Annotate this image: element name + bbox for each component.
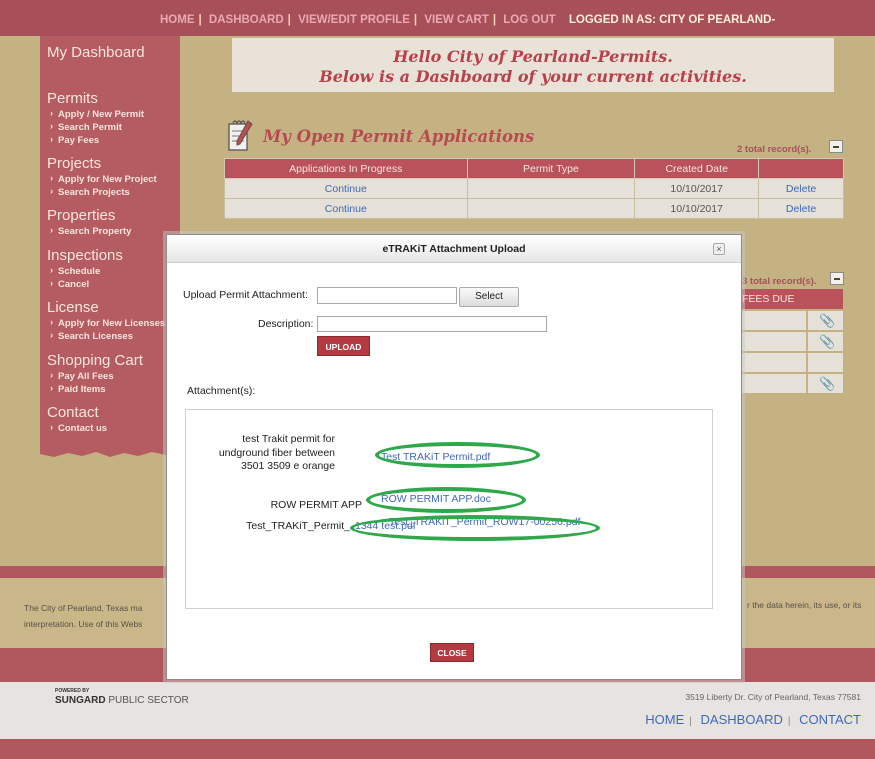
fees-cell — [742, 332, 806, 351]
sidebar-item-apply-new-licenses[interactable]: Apply for New Licenses — [50, 317, 165, 329]
sidebar-section-projects[interactable]: Projects — [47, 155, 101, 172]
file-path-input[interactable] — [317, 287, 457, 304]
collapse-second-section-button[interactable] — [830, 272, 844, 285]
sidebar-section-permits[interactable]: Permits — [47, 90, 98, 107]
column-header-permit-type: Permit Type — [466, 158, 636, 179]
sidebar-item-search-permit[interactable]: Search Permit — [50, 121, 122, 133]
sidebar-item-schedule[interactable]: Schedule — [50, 265, 100, 277]
top-nav: HOME | DASHBOARD | VIEW/EDIT PROFILE | VIEW… — [160, 14, 776, 26]
nav-home-link[interactable]: HOME — [160, 14, 195, 26]
paperclip-icon[interactable]: 📎 — [819, 376, 835, 392]
continue-link[interactable]: Continue — [224, 178, 468, 199]
sidebar-item-apply-new-project[interactable]: Apply for New Project — [50, 173, 157, 185]
attachment-cell: 📎 — [808, 374, 843, 393]
fees-cell — [742, 311, 806, 330]
attachment-cell — [808, 353, 843, 372]
disclaimer-right: r the data herein, its use, or its — [747, 600, 862, 610]
nav-logout-link[interactable]: LOG OUT — [503, 14, 555, 26]
column-header-created-date: Created Date — [634, 158, 760, 179]
greeting-line-2: Below is a Dashboard of your current act… — [319, 67, 747, 86]
greeting-line-1: Hello City of Pearland-Permits. — [393, 47, 673, 66]
column-header-applications: Applications In Progress — [224, 158, 468, 179]
sidebar-item-search-property[interactable]: Search Property — [50, 225, 131, 237]
sidebar-item-cancel[interactable]: Cancel — [50, 278, 89, 290]
sidebar-item-pay-all-fees[interactable]: Pay All Fees — [50, 370, 114, 382]
dialog-title: eTRAKiT Attachment Upload — [382, 243, 526, 255]
sungard-brand: SUNGARD — [55, 695, 106, 706]
upload-button[interactable]: UPLOAD — [317, 336, 370, 356]
fees-cell — [742, 353, 806, 372]
greeting-box: Hello City of Pearland-Permits. Below is… — [232, 38, 834, 92]
delete-link[interactable]: Delete — [758, 198, 844, 219]
sidebar-item-paid-items[interactable]: Paid Items — [50, 383, 105, 395]
sidebar-item-contact-us[interactable]: Contact us — [50, 422, 107, 434]
open-permits-table: Applications In Progress Permit Type Cre… — [224, 158, 844, 219]
created-date-cell: 10/10/2017 — [634, 178, 760, 199]
disclaimer-line-2: interpretation. Use of this Webs — [24, 619, 143, 629]
notepad-pencil-icon — [228, 120, 253, 151]
sidebar-section-shopping-cart[interactable]: Shopping Cart — [47, 352, 143, 369]
page-footer: POWERED BY SUNGARD PUBLIC SECTOR 3519 Li… — [0, 682, 875, 739]
attachments-label: Attachment(s): — [187, 385, 256, 397]
attachment-description: test Trakit permit for undground fiber b… — [218, 433, 335, 472]
footer-contact-link[interactable]: CONTACT — [799, 712, 861, 727]
highlight-ellipse — [366, 487, 526, 513]
attachment-cell: 📎 — [808, 332, 843, 351]
second-section-record-count: 3 total record(s). — [742, 276, 817, 287]
collapse-open-permits-button[interactable] — [829, 140, 843, 153]
sidebar-title[interactable]: My Dashboard — [47, 44, 145, 61]
fees-header-bar: FEES DUE — [742, 289, 843, 309]
nav-view-cart-link[interactable]: VIEW CART — [424, 14, 489, 26]
nav-view-edit-profile-link[interactable]: VIEW/EDIT PROFILE — [298, 14, 410, 26]
top-navigation-bar: HOME | DASHBOARD | VIEW/EDIT PROFILE | VIEW… — [0, 0, 875, 36]
highlight-ellipse — [375, 442, 540, 468]
delete-link[interactable]: Delete — [758, 178, 844, 199]
attachment-description: ROW PERMIT APP — [270, 499, 362, 511]
dialog-title-bar: eTRAKiT Attachment Upload × — [167, 235, 741, 263]
sungard-logo: SUNGARD PUBLIC SECTOR — [55, 695, 189, 706]
footer-bottom-strip — [0, 739, 875, 759]
sidebar-item-search-projects[interactable]: Search Projects — [50, 186, 130, 198]
footer-home-link[interactable]: HOME — [645, 712, 684, 727]
attachment-cell: 📎 — [808, 311, 843, 330]
attachment-description: Test_TRAKiT_Permit_ — [246, 520, 350, 532]
fees-due-header: FEES DUE — [742, 293, 795, 305]
sidebar-section-inspections[interactable]: Inspections — [47, 247, 123, 264]
table-row: Continue 10/10/2017 Delete — [224, 198, 844, 219]
description-input[interactable] — [317, 316, 547, 332]
footer-dashboard-link[interactable]: DASHBOARD — [701, 712, 783, 727]
open-permits-heading: My Open Permit Applications — [263, 127, 535, 146]
paperclip-icon[interactable]: 📎 — [819, 313, 835, 329]
table-row: Continue 10/10/2017 Delete — [224, 178, 844, 199]
sidebar-section-license[interactable]: License — [47, 299, 99, 316]
sidebar-section-properties[interactable]: Properties — [47, 207, 115, 224]
sidebar-section-contact[interactable]: Contact — [47, 404, 99, 421]
powered-by-label: POWERED BY — [55, 688, 90, 694]
sidebar-item-search-licenses[interactable]: Search Licenses — [50, 330, 133, 342]
sungard-suffix: PUBLIC SECTOR — [108, 695, 189, 706]
created-date-cell: 10/10/2017 — [634, 198, 760, 219]
footer-nav: HOME | DASHBOARD | CONTACT — [645, 712, 861, 727]
disclaimer-line-1: The City of Pearland, Texas ma — [24, 603, 143, 613]
paperclip-icon[interactable]: 📎 — [819, 334, 835, 350]
fees-cell — [742, 374, 806, 393]
nav-dashboard-link[interactable]: DASHBOARD — [209, 14, 284, 26]
select-file-button[interactable]: Select — [459, 287, 519, 307]
logged-in-label: LOGGED IN AS: CITY OF PEARLAND- — [568, 14, 776, 26]
open-permits-record-count: 2 total record(s). — [737, 144, 812, 155]
close-button[interactable]: CLOSE — [430, 643, 474, 662]
close-icon[interactable]: × — [713, 243, 725, 255]
column-header-actions — [758, 158, 844, 179]
permit-type-cell — [466, 198, 636, 219]
highlight-ellipse — [350, 515, 600, 541]
sidebar-item-apply-new-permit[interactable]: Apply / New Permit — [50, 108, 144, 120]
upload-attachment-label: Upload Permit Attachment: — [183, 289, 308, 301]
permit-type-cell — [466, 178, 636, 199]
footer-address: 3519 Liberty Dr. City of Pearland, Texas… — [685, 692, 861, 702]
continue-link[interactable]: Continue — [224, 198, 468, 219]
sidebar-item-pay-fees[interactable]: Pay Fees — [50, 134, 99, 146]
description-label: Description: — [258, 318, 314, 330]
